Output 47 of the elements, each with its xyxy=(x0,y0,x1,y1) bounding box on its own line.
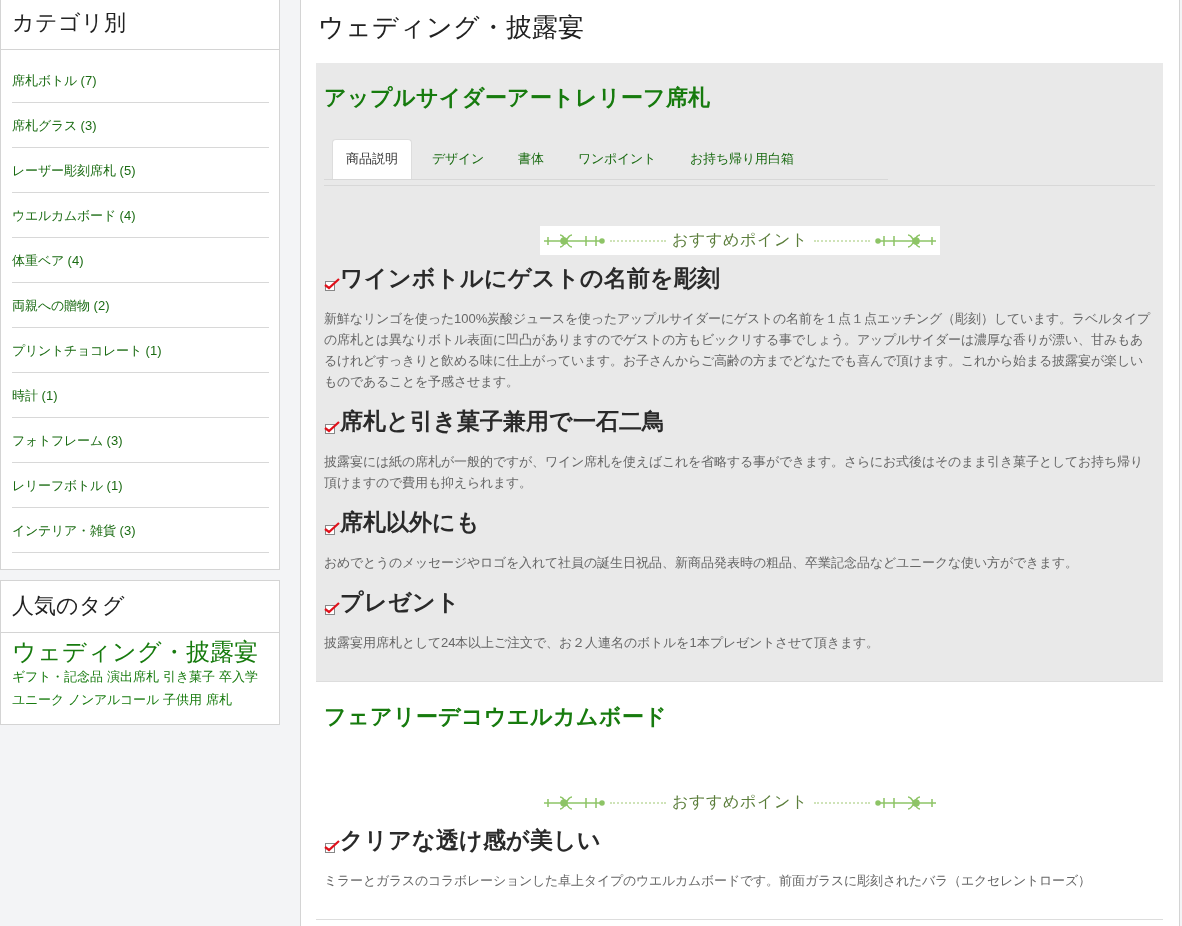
point-text: 披露宴には紙の席札が一般的ですが、ワイン席札を使えばこれを省略する事ができます。さらにお式後はそのまま引き菓子としてお持ち帰り頂けますので費用も抑えられます。 xyxy=(324,453,1144,492)
checkbox-checked-icon xyxy=(324,419,340,435)
category-link[interactable]: フォトフレーム (3) xyxy=(12,418,269,463)
point-text: 新鮮なリンゴを使った100%炭酸ジュースを使ったアップルサイダーにゲストの名前を１点１点エッチング（彫刻）しています。ラベルタイプの席札とは異なりボトル表面に凹凸がありますのでゲストの方もビックリする事でしょう。アップルサイダーは濃厚な香りが漂い、甘みもあるけれどすっきりと飲める味に仕上がっています。お子さんからご高齢の方までどなたでも喜んで頂けます。これから始まる披露宴が楽しいものであることを予感させます。 xyxy=(324,310,1152,391)
tab[interactable]: ワンポイント xyxy=(564,139,670,179)
category-link[interactable]: 体重ベア (4) xyxy=(12,238,269,283)
tag-link[interactable]: ノンアルコール xyxy=(68,688,159,712)
category-link[interactable]: レリーフボトル (1) xyxy=(12,463,269,508)
tag-link[interactable]: ギフト・記念品 xyxy=(12,665,103,689)
point-heading: クリアな透け感が美しい xyxy=(340,826,601,855)
checkbox-checked-icon xyxy=(324,838,340,854)
tab[interactable]: デザイン xyxy=(418,139,498,179)
point-heading: 席札と引き菓子兼用で一石二鳥 xyxy=(340,407,665,436)
tab[interactable]: 書体 xyxy=(504,139,558,179)
checkbox-checked-icon xyxy=(324,600,340,616)
page-title: ウェディング・披露宴 xyxy=(317,11,585,44)
tag-link[interactable]: 引き菓子 xyxy=(163,665,215,689)
product-title: フェアリーデコウエルカムボード xyxy=(324,703,668,731)
tab[interactable]: 商品説明 xyxy=(332,139,412,179)
category-link[interactable]: 席札ボトル (7) xyxy=(12,58,269,103)
point-text: 披露宴用席札として24本以上ご注文で、お２人連名のボトルを1本プレゼントさせて頂きます。 xyxy=(324,634,880,652)
category-link[interactable]: 両親への贈物 (2) xyxy=(12,283,269,328)
tag-link[interactable]: ウェディング・披露宴 xyxy=(12,639,258,665)
checkbox-checked-icon xyxy=(324,276,340,292)
checkbox-checked-icon xyxy=(324,520,340,536)
category-link[interactable]: プリントチョコレート (1) xyxy=(12,328,269,373)
tag-link[interactable]: 演出席札 xyxy=(107,665,159,689)
category-link[interactable]: ウエルカムボード (4) xyxy=(12,193,269,238)
banner-text: おすすめポイント xyxy=(670,230,809,250)
tag-link[interactable]: 卒入学 xyxy=(219,665,258,689)
category-link[interactable]: インテリア・雑貨 (3) xyxy=(12,508,269,553)
point-text: ミラーとガラスのコラボレーションした卓上タイプのウエルカムボードです。前面ガラスに彫刻されたバラ（エクセレントローズ） xyxy=(324,872,1092,890)
point-text: おめでとうのメッセージやロゴを入れて社員の誕生日祝品、新商品発表時の粗品、卒業記念品などユニークな使い方ができます。 xyxy=(324,554,1079,572)
category-link[interactable]: 時計 (1) xyxy=(12,373,269,418)
tab[interactable]: お持ち帰り用白箱 xyxy=(676,139,808,179)
category-link[interactable]: レーザー彫刻席札 (5) xyxy=(12,148,269,193)
banner-text: おすすめポイント xyxy=(670,792,809,812)
category-link[interactable]: 席札グラス (3) xyxy=(12,103,269,148)
tag-link[interactable]: 席札 xyxy=(206,688,232,712)
tag-link[interactable]: 子供用 xyxy=(163,688,202,712)
tag-link[interactable]: ユニーク xyxy=(12,688,64,712)
panel-title: カテゴリ別 xyxy=(1,0,279,50)
point-heading: プレゼント xyxy=(340,588,460,617)
panel-title: 人気のタグ xyxy=(1,581,279,633)
point-heading: ワインボトルにゲストの名前を彫刻 xyxy=(340,264,720,293)
product-title: アップルサイダーアートレリーフ席札 xyxy=(324,84,711,112)
point-heading: 席札以外にも xyxy=(340,508,480,537)
